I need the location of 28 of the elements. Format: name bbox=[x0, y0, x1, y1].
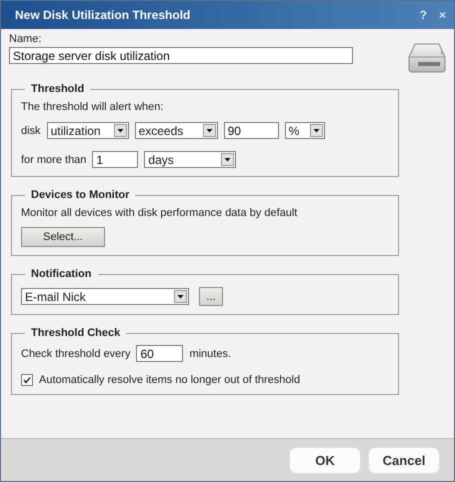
checkbox[interactable] bbox=[21, 374, 33, 386]
dropdown[interactable]: E-mail Nick bbox=[21, 288, 189, 305]
interval-field[interactable]: 60 bbox=[136, 345, 184, 362]
value-field[interactable]: 90 bbox=[224, 122, 279, 139]
browse-button[interactable]: ... bbox=[199, 287, 223, 306]
section-title: Threshold bbox=[30, 83, 86, 95]
dropdown[interactable]: utilization bbox=[46, 122, 129, 139]
ok-button[interactable]: OK bbox=[289, 446, 361, 474]
section-title: Devices to Monitor bbox=[30, 189, 130, 201]
intro-text: The threshold will alert when: bbox=[21, 101, 164, 113]
interval-label: Check threshold every bbox=[21, 348, 130, 360]
name-field[interactable]: Storage server disk utilization bbox=[9, 47, 353, 64]
dropdown[interactable]: % bbox=[284, 122, 325, 139]
name-label: Name: bbox=[9, 33, 42, 45]
dropdown[interactable]: exceeds bbox=[134, 122, 218, 139]
auto-resolve-label[interactable]: Automatically resolve items no longer out of threshold bbox=[39, 374, 300, 386]
duration-field[interactable]: 1 bbox=[92, 151, 138, 168]
dropdown[interactable]: days bbox=[144, 151, 236, 168]
hard-drive-icon bbox=[408, 41, 446, 75]
window-title: New Disk Utilization Threshold bbox=[15, 8, 192, 22]
minutes-label: minutes. bbox=[189, 348, 232, 360]
section-title: Threshold Check bbox=[30, 327, 122, 339]
section-title: Notification bbox=[30, 268, 92, 280]
select-button[interactable]: Select... bbox=[21, 227, 105, 247]
duration-label: for more than bbox=[21, 154, 86, 166]
cancel-button[interactable]: Cancel bbox=[368, 446, 440, 474]
devices-text: Monitor all devices with disk performance data by default bbox=[21, 207, 298, 219]
disk-label: disk bbox=[21, 124, 41, 136]
